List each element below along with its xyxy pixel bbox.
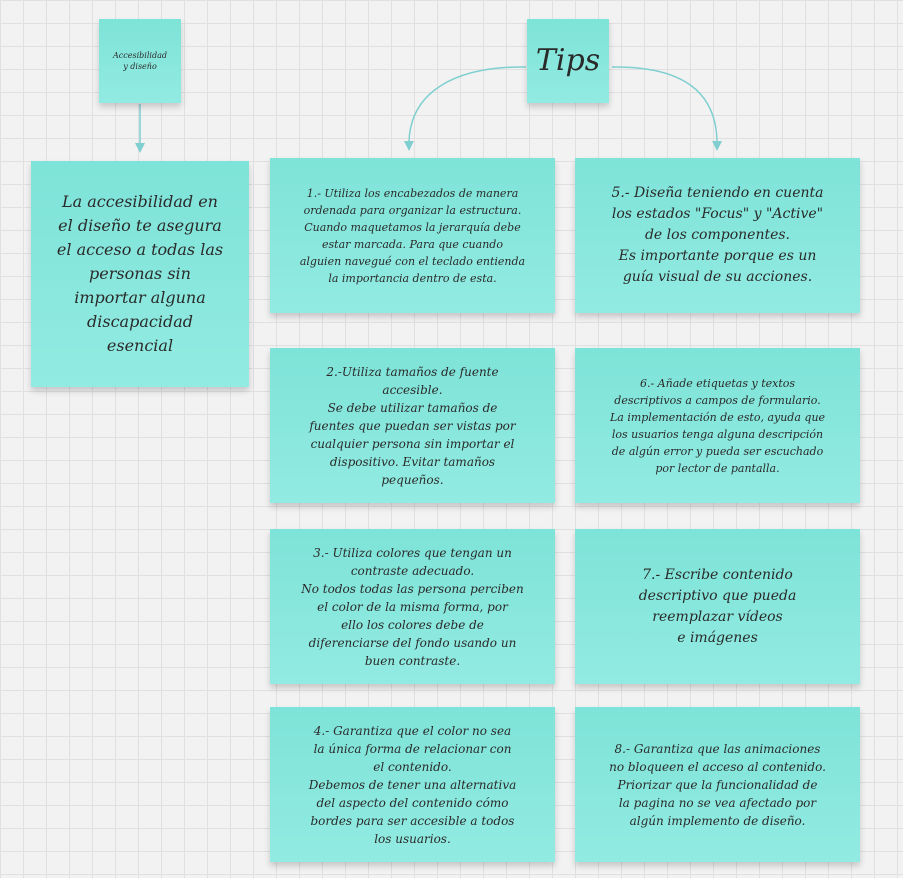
tip-4-sticky-note[interactable]: 4.- Garantiza que el color no sea la úni…: [270, 707, 555, 862]
tip-2-text: 2.-Utiliza tamaños de fuente accesible. …: [309, 364, 516, 487]
tips-sticky-note[interactable]: Tips: [527, 19, 609, 103]
tip-2-sticky-note[interactable]: 2.-Utiliza tamaños de fuente accesible. …: [270, 348, 555, 503]
tip-7-sticky-note[interactable]: 7.- Escribe contenido descriptivo que pu…: [575, 529, 860, 684]
summary-sticky-note[interactable]: La accesibilidad en el diseño te asegura…: [31, 161, 249, 387]
tip-5-text: 5.- Diseña teniendo en cuenta los estado…: [611, 185, 824, 285]
tip-1-sticky-note[interactable]: 1.- Utiliza los encabezados de manera or…: [270, 158, 555, 313]
tip-8-text: 8.- Garantiza que las animaciones no blo…: [609, 741, 826, 828]
tips-to-left-column-arrow: [403, 66, 527, 151]
tip-3-sticky-note[interactable]: 3.- Utiliza colores que tengan un contra…: [270, 529, 555, 684]
tip-5-sticky-note[interactable]: 5.- Diseña teniendo en cuenta los estado…: [575, 158, 860, 313]
tips-title: Tips: [535, 43, 601, 78]
topic-text: Accesibilidad y diseño: [113, 51, 167, 71]
topic-sticky-note[interactable]: Accesibilidad y diseño: [99, 19, 181, 103]
tip-1-text: 1.- Utiliza los encabezados de manera or…: [299, 186, 526, 285]
tips-to-right-column-arrow: [611, 66, 723, 151]
tip-4-text: 4.- Garantiza que el color no sea la úni…: [308, 723, 517, 846]
summary-text: La accesibilidad en el diseño te asegura…: [56, 192, 224, 355]
tip-3-text: 3.- Utiliza colores que tengan un contra…: [301, 545, 524, 668]
tip-8-sticky-note[interactable]: 8.- Garantiza que las animaciones no blo…: [575, 707, 860, 862]
tip-6-text: 6.- Añade etiquetas y textos descriptivo…: [609, 376, 826, 475]
tip-7-text: 7.- Escribe contenido descriptivo que pu…: [638, 566, 797, 646]
tip-6-sticky-note[interactable]: 6.- Añade etiquetas y textos descriptivo…: [575, 348, 860, 503]
